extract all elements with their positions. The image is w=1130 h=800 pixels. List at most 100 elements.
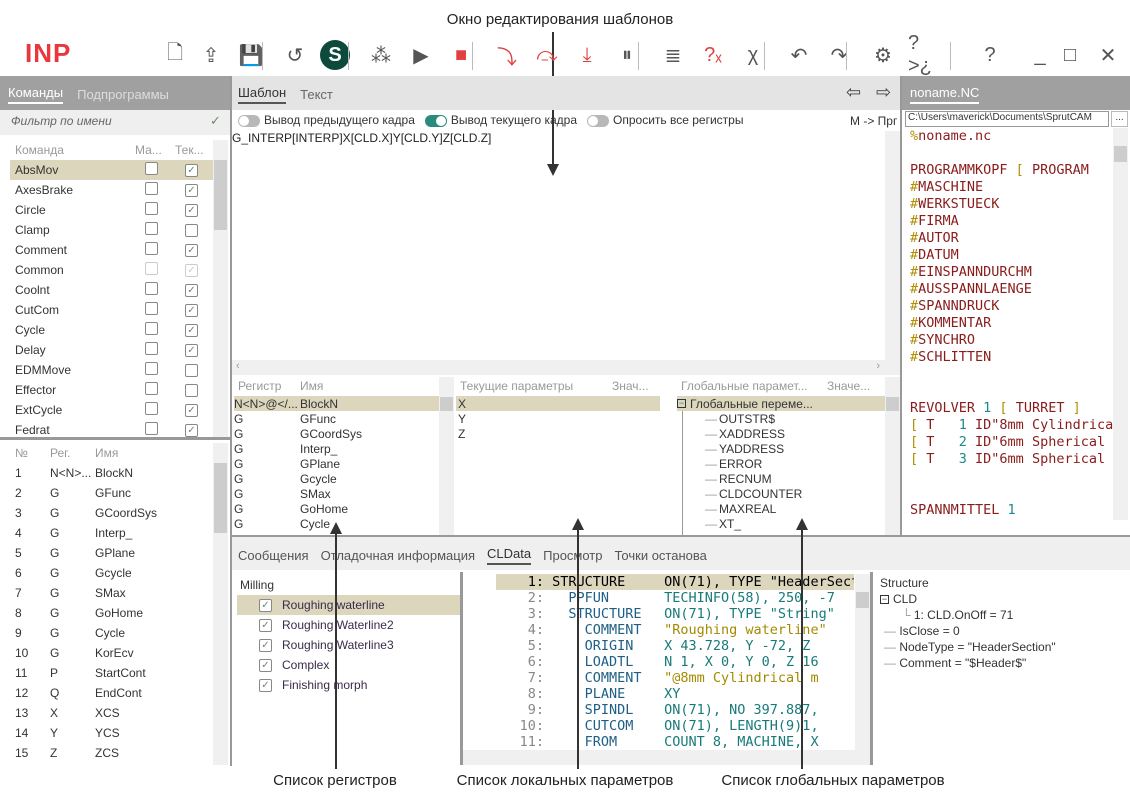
question-x-icon[interactable]: ?ₓ <box>698 40 728 70</box>
reset-icon[interactable]: ↺ <box>280 40 310 70</box>
structure-item[interactable]: IsClose = 0 <box>899 624 959 638</box>
global-param-row[interactable]: — OUTSTR$ <box>677 411 885 426</box>
operation-checkbox[interactable]: ✓ <box>259 658 272 672</box>
operation-checkbox[interactable]: ✓ <box>259 638 272 652</box>
register-row[interactable]: 10 G KorEcv <box>10 643 213 663</box>
checkbox-ma[interactable] <box>145 162 158 175</box>
col-no[interactable]: № <box>10 446 50 460</box>
tab-bottom-2[interactable]: CLData <box>487 546 532 565</box>
col-global-params[interactable]: Глобальные парамет... <box>677 379 827 393</box>
local-param-row[interactable]: X <box>456 396 660 411</box>
structure-item[interactable]: Comment = "$Header$" <box>899 656 1026 670</box>
operation-checkbox[interactable]: ✓ <box>259 678 272 692</box>
col-reg[interactable]: Рег. <box>50 446 95 460</box>
global-param-row[interactable]: — XADDRESS <box>677 426 885 441</box>
col-ma[interactable]: Ма... <box>135 143 175 157</box>
local-param-row[interactable]: Z <box>456 426 660 441</box>
toggle-switch[interactable] <box>424 114 447 127</box>
tab-bottom-4[interactable]: Точки останова <box>615 548 707 565</box>
tab-bottom-3[interactable]: Просмотр <box>543 548 602 565</box>
register-row[interactable]: 1 N<N>... BlockN <box>10 463 213 483</box>
back-arrow-icon[interactable]: ⇦ <box>846 82 861 103</box>
apply-filter-icon[interactable]: ✓ <box>210 113 221 129</box>
command-row[interactable]: CutCom ✓ <box>10 300 213 320</box>
checkbox-tek[interactable]: ✓ <box>185 403 198 417</box>
register-row[interactable]: 15 Z ZCS <box>10 743 213 763</box>
step-over-icon[interactable]: ⤼ <box>532 40 562 70</box>
checkbox-tek[interactable] <box>185 223 198 237</box>
command-row[interactable]: AbsMov ✓ <box>10 160 213 180</box>
checkbox-ma[interactable] <box>145 202 158 215</box>
binary-icon[interactable]: ⁂ <box>366 40 396 70</box>
operation-item[interactable]: ✓ Roughing waterline <box>237 595 460 615</box>
step-into-icon[interactable]: ⤵ <box>492 40 522 70</box>
operation-item[interactable]: ✓ Roughing Waterline3 <box>237 635 460 655</box>
register-row[interactable]: G GPlane <box>234 456 439 471</box>
command-row[interactable]: Effector <box>10 380 213 400</box>
redo-icon[interactable]: ↷ <box>824 40 854 70</box>
command-row[interactable]: ExtCycle ✓ <box>10 400 213 420</box>
command-row[interactable]: AxesBrake ✓ <box>10 180 213 200</box>
command-row[interactable]: Common ✓ <box>10 260 213 280</box>
global-list-scrollbar[interactable] <box>885 377 900 535</box>
structure-item[interactable]: NodeType = "HeaderSection" <box>899 640 1055 654</box>
nc-scrollbar[interactable] <box>1113 128 1128 520</box>
global-param-row[interactable]: — RECNUM <box>677 471 885 486</box>
help-icon[interactable]: ? <box>975 40 1005 70</box>
register-row[interactable]: 9 G Cycle <box>10 623 213 643</box>
option-toggle[interactable]: Вывод текущего кадра <box>424 113 577 127</box>
checkbox-tek[interactable]: ✓ <box>185 423 198 437</box>
checkbox-ma[interactable] <box>145 222 158 235</box>
register-row[interactable]: G SMax <box>234 486 439 501</box>
global-param-row[interactable]: — MAXREAL <box>677 501 885 516</box>
editor-vscroll[interactable] <box>885 131 900 360</box>
minimize-icon[interactable]: _ <box>1025 40 1055 70</box>
operation-item[interactable]: ✓ Roughing Waterline2 <box>237 615 460 635</box>
col-tek[interactable]: Тек... <box>175 143 204 157</box>
register-row[interactable]: 7 G SMax <box>10 583 213 603</box>
register-row[interactable]: G GFunc <box>234 411 439 426</box>
checkbox-ma[interactable] <box>145 182 158 195</box>
checkbox-ma[interactable] <box>145 322 158 335</box>
register-row[interactable]: G GoHome <box>234 501 439 516</box>
checkbox-tek[interactable]: ✓ <box>185 203 198 217</box>
path-input[interactable]: C:\Users\maverick\Documents\SprutCAM <box>905 111 1109 127</box>
command-row[interactable]: Coolnt ✓ <box>10 280 213 300</box>
commands-scrollbar[interactable] <box>213 140 228 437</box>
checkbox-tek[interactable]: ✓ <box>185 263 198 277</box>
tab-subprograms[interactable]: Подпрограммы <box>77 87 169 104</box>
option-toggle[interactable]: Опросить все регистры <box>587 113 743 127</box>
register-row[interactable]: 5 G GPlane <box>10 543 213 563</box>
register-row[interactable]: 4 G Interp_ <box>10 523 213 543</box>
register-row[interactable]: 11 P StartCont <box>10 663 213 683</box>
cld-hscroll[interactable] <box>463 750 870 765</box>
register-row[interactable]: N<N>@</... BlockN <box>234 396 439 411</box>
register-row[interactable]: 14 Y YCS <box>10 723 213 743</box>
structure-root[interactable]: Structure <box>880 575 1130 591</box>
tab-template[interactable]: Шаблон <box>238 85 287 104</box>
local-param-row[interactable]: Y <box>456 411 660 426</box>
command-row[interactable]: Circle ✓ <box>10 200 213 220</box>
register-row[interactable]: G GCoordSys <box>234 426 439 441</box>
undo-icon[interactable]: ↶ <box>784 40 814 70</box>
run-icon[interactable]: ▶ <box>406 40 436 70</box>
register-row[interactable]: 13 X XCS <box>10 703 213 723</box>
register-row[interactable]: 6 G Gcycle <box>10 563 213 583</box>
machine-icon[interactable]: ⚙ <box>868 40 898 70</box>
checkbox-ma[interactable] <box>145 382 158 395</box>
translate-icon[interactable]: ?>¿ <box>908 32 938 77</box>
checkbox-tek[interactable]: ✓ <box>185 243 198 257</box>
operation-checkbox[interactable]: ✓ <box>259 598 272 612</box>
register-row[interactable]: G Gcycle <box>234 471 439 486</box>
checkbox-ma[interactable] <box>145 302 158 315</box>
editor-hscroll[interactable]: ‹ › <box>232 360 900 375</box>
global-param-row[interactable]: — ERROR <box>677 456 885 471</box>
checkbox-ma[interactable] <box>145 402 158 415</box>
checkbox-tek[interactable] <box>185 383 198 397</box>
command-row[interactable]: Comment ✓ <box>10 240 213 260</box>
operation-item[interactable]: ✓ Complex <box>237 655 460 675</box>
option-toggle[interactable]: Вывод предыдущего кадра <box>238 113 415 127</box>
command-row[interactable]: EDMMove <box>10 360 213 380</box>
global-param-row[interactable]: — YADDRESS <box>677 441 885 456</box>
col-register[interactable]: Регистр <box>234 379 300 393</box>
